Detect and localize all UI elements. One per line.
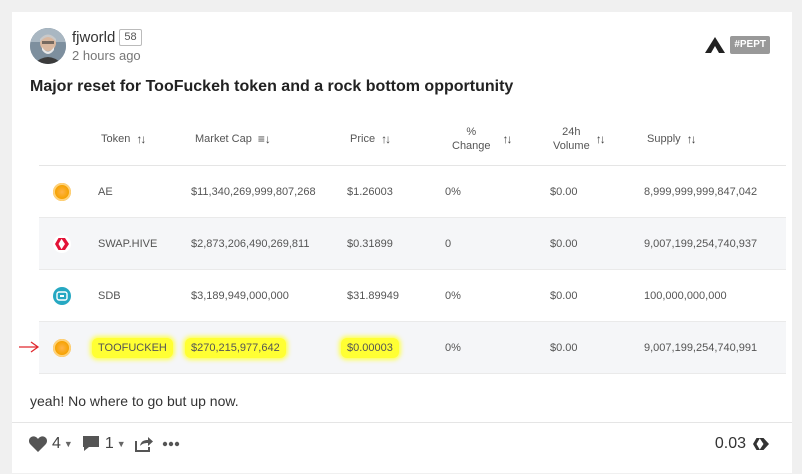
cell-price: $31.89949 bbox=[347, 289, 399, 302]
community-link[interactable]: #PEPT bbox=[704, 36, 770, 54]
header-change-line2: Change bbox=[452, 139, 491, 152]
cell-price: $1.26003 bbox=[347, 185, 393, 198]
header-volume[interactable]: 24h Volume ↑↓ bbox=[553, 112, 606, 165]
sort-icon: ↑↓ bbox=[502, 131, 513, 146]
cell-volume: $0.00 bbox=[550, 237, 578, 250]
community-tag[interactable]: #PEPT bbox=[730, 36, 770, 54]
reputation-badge: 58 bbox=[119, 28, 142, 46]
payout-value: 0.03 bbox=[714, 435, 746, 452]
header-token[interactable]: Token ↑↓ bbox=[101, 112, 146, 165]
post-time[interactable]: 2 hours ago bbox=[72, 48, 142, 63]
cell-market-cap: $3,189,949,000,000 bbox=[191, 289, 289, 302]
cell-price: $0.00003 bbox=[341, 337, 399, 358]
cell-market-cap: $11,340,269,999,807,268 bbox=[191, 185, 316, 198]
author-line: fjworld 58 bbox=[72, 28, 142, 46]
comment-icon bbox=[82, 436, 99, 451]
hive-logo-icon bbox=[753, 438, 769, 450]
sort-desc-icon: ≡↓ bbox=[257, 131, 271, 146]
token-table: Token ↑↓ Market Cap ≡↓ Price ↑↓ % Change… bbox=[19, 112, 786, 374]
cell-supply: 100,000,000,000 bbox=[644, 289, 727, 302]
community-logo-icon bbox=[705, 37, 726, 53]
author-row: fjworld 58 2 hours ago bbox=[30, 28, 142, 68]
author-name[interactable]: fjworld bbox=[72, 29, 115, 46]
cell-token: TOOFUCKEH bbox=[92, 337, 173, 358]
comment-button[interactable]: 1 ▼ bbox=[81, 435, 126, 453]
hive-coin-icon bbox=[53, 234, 71, 253]
table-row[interactable]: AE $11,340,269,999,807,268 $1.26003 0% $… bbox=[39, 166, 786, 218]
cell-change: 0% bbox=[445, 341, 461, 354]
sort-icon: ↑↓ bbox=[381, 131, 391, 146]
cell-price: $0.31899 bbox=[347, 237, 393, 250]
avatar[interactable] bbox=[30, 28, 66, 64]
share-icon bbox=[134, 437, 153, 452]
vote-count: 4 bbox=[52, 435, 61, 452]
cell-token: AE bbox=[98, 185, 113, 198]
cell-volume: $0.00 bbox=[550, 185, 578, 198]
cell-volume: $0.00 bbox=[550, 289, 578, 302]
chevron-down-icon[interactable]: ▼ bbox=[64, 439, 73, 449]
table-header: Token ↑↓ Market Cap ≡↓ Price ↑↓ % Change… bbox=[39, 112, 786, 166]
author-meta: fjworld 58 2 hours ago bbox=[72, 28, 142, 63]
cell-change: 0 bbox=[445, 237, 452, 250]
upvote-button[interactable]: 4 ▼ bbox=[28, 435, 73, 453]
post-title[interactable]: Major reset for TooFuckeh token and a ro… bbox=[30, 78, 513, 96]
cell-token: SWAP.HIVE bbox=[98, 237, 158, 250]
header-change[interactable]: % Change ↑↓ bbox=[452, 112, 513, 165]
cell-volume: $0.00 bbox=[550, 341, 578, 354]
post-footer: 4 ▼ 1 ▼ 0.03 bbox=[12, 422, 792, 474]
sort-icon: ↑↓ bbox=[595, 131, 606, 146]
header-market-cap[interactable]: Market Cap ≡↓ bbox=[195, 112, 271, 165]
table-row[interactable]: SWAP.HIVE $2,873,206,490,269,811 $0.3189… bbox=[39, 218, 786, 270]
cell-change: 0% bbox=[445, 289, 461, 302]
header-supply[interactable]: Supply ↑↓ bbox=[647, 112, 697, 165]
header-price[interactable]: Price ↑↓ bbox=[350, 112, 391, 165]
sort-icon: ↑↓ bbox=[136, 131, 146, 146]
annotation-arrow-icon bbox=[19, 341, 40, 353]
sdb-coin-icon bbox=[53, 286, 71, 305]
post-body: yeah! No where to go but up now. bbox=[30, 393, 239, 409]
cell-market-cap: $2,873,206,490,269,811 bbox=[191, 237, 310, 250]
ellipsis-icon bbox=[162, 441, 179, 447]
heart-icon bbox=[28, 436, 48, 452]
header-change-line1: % bbox=[466, 125, 477, 138]
cell-token: SDB bbox=[98, 289, 121, 302]
header-volume-line2: Volume bbox=[553, 139, 590, 152]
cell-change: 0% bbox=[445, 185, 461, 198]
sort-icon: ↑↓ bbox=[686, 131, 697, 146]
comment-count: 1 bbox=[104, 435, 114, 452]
post-card: fjworld 58 2 hours ago #PEPT Major reset… bbox=[12, 12, 792, 473]
toofuckeh-coin-icon bbox=[53, 338, 71, 357]
table-row[interactable]: TOOFUCKEH $270,215,977,642 $0.00003 0% $… bbox=[19, 322, 786, 374]
more-options-button[interactable] bbox=[162, 441, 180, 447]
header-volume-line1: 24h bbox=[562, 125, 581, 138]
cell-market-cap: $270,215,977,642 bbox=[185, 337, 286, 358]
post-actions: 4 ▼ 1 ▼ bbox=[28, 435, 188, 453]
payout[interactable]: 0.03 bbox=[715, 435, 770, 453]
chevron-down-icon[interactable]: ▼ bbox=[117, 439, 126, 449]
table-row[interactable]: SDB $3,189,949,000,000 $31.89949 0% $0.0… bbox=[39, 270, 786, 322]
cell-supply: 9,007,199,254,740,937 bbox=[644, 237, 758, 250]
cell-supply: 8,999,999,999,847,042 bbox=[644, 185, 758, 198]
ae-coin-icon bbox=[53, 182, 71, 201]
avatar-image bbox=[30, 28, 66, 64]
cell-supply: 9,007,199,254,740,991 bbox=[644, 341, 758, 354]
reblog-button[interactable] bbox=[134, 435, 154, 453]
